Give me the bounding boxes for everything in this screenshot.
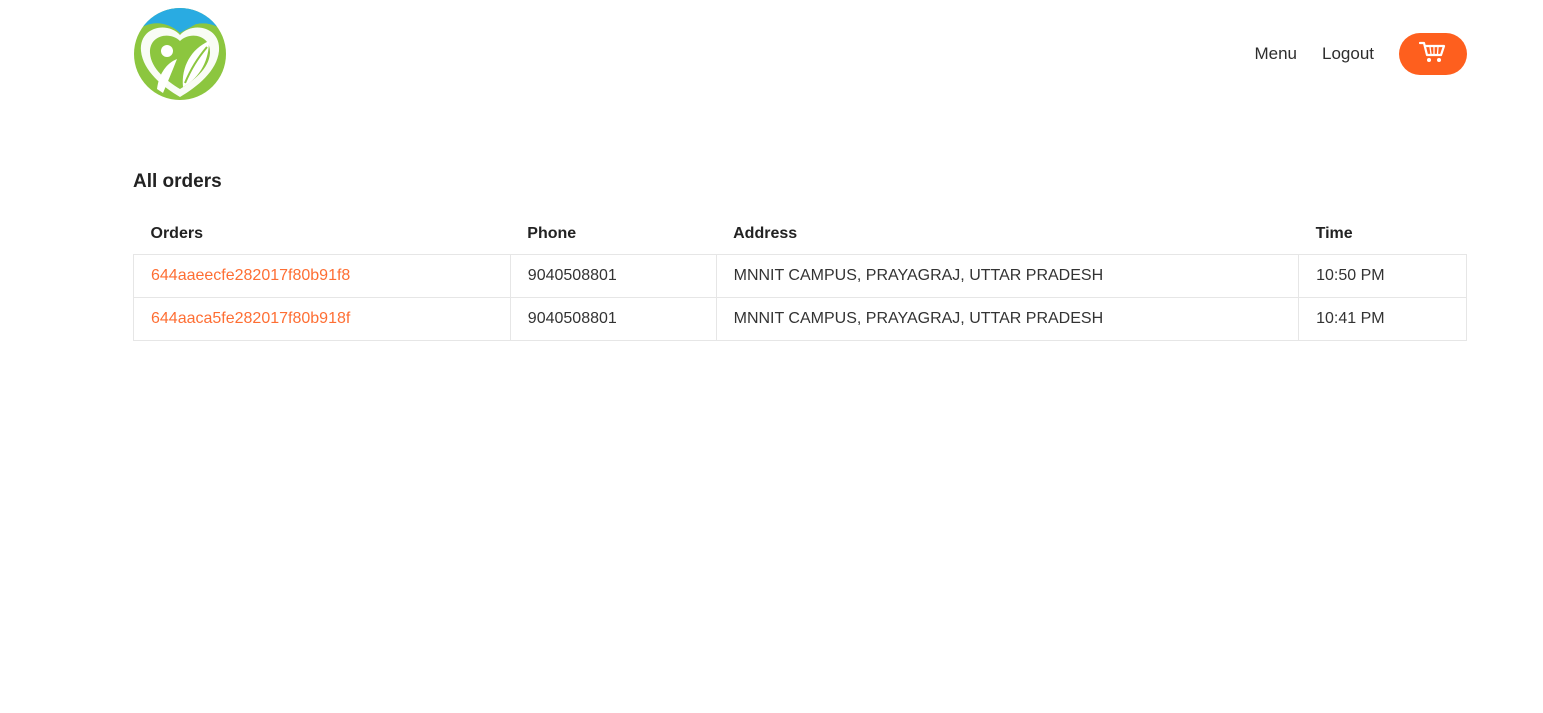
column-header-phone: Phone [510, 214, 717, 255]
time-cell: 10:50 PM [1298, 254, 1467, 298]
cart-button[interactable] [1399, 33, 1467, 75]
order-link[interactable]: 644aaca5fe282017f80b918f [151, 310, 350, 327]
column-header-address: Address [716, 214, 1299, 255]
menu-link[interactable]: Menu [1254, 44, 1297, 64]
address-cell: MNNIT CAMPUS, PRAYAGRAJ, UTTAR PRADESH [715, 254, 1300, 298]
phone-cell: 9040508801 [509, 297, 717, 341]
order-id-cell: 644aaca5fe282017f80b918f [133, 297, 511, 341]
phone-cell: 9040508801 [509, 254, 717, 298]
table-row: 644aaca5fe282017f80b918f 9040508801 MNNI… [133, 297, 1467, 341]
table-row: 644aaeecfe282017f80b91f8 9040508801 MNNI… [133, 254, 1467, 298]
site-header: Menu Logout [0, 0, 1543, 110]
top-nav: Menu Logout [1254, 33, 1467, 75]
order-link[interactable]: 644aaeecfe282017f80b91f8 [151, 267, 350, 284]
page-title: All orders [133, 171, 222, 192]
table-header-row: Orders Phone Address Time [133, 214, 1467, 255]
order-id-cell: 644aaeecfe282017f80b91f8 [133, 254, 511, 298]
column-header-time: Time [1298, 214, 1467, 255]
logout-link[interactable]: Logout [1322, 44, 1374, 64]
column-header-orders: Orders [133, 214, 511, 255]
orders-table: Orders Phone Address Time 644aaeecfe2820… [133, 214, 1467, 341]
address-cell: MNNIT CAMPUS, PRAYAGRAJ, UTTAR PRADESH [715, 297, 1300, 341]
leaf-heart-logo-icon[interactable] [133, 7, 227, 101]
orders-section: All orders Orders Phone Address Time 644… [133, 168, 1467, 341]
time-cell: 10:41 PM [1298, 297, 1467, 341]
cart-icon [1418, 40, 1447, 69]
